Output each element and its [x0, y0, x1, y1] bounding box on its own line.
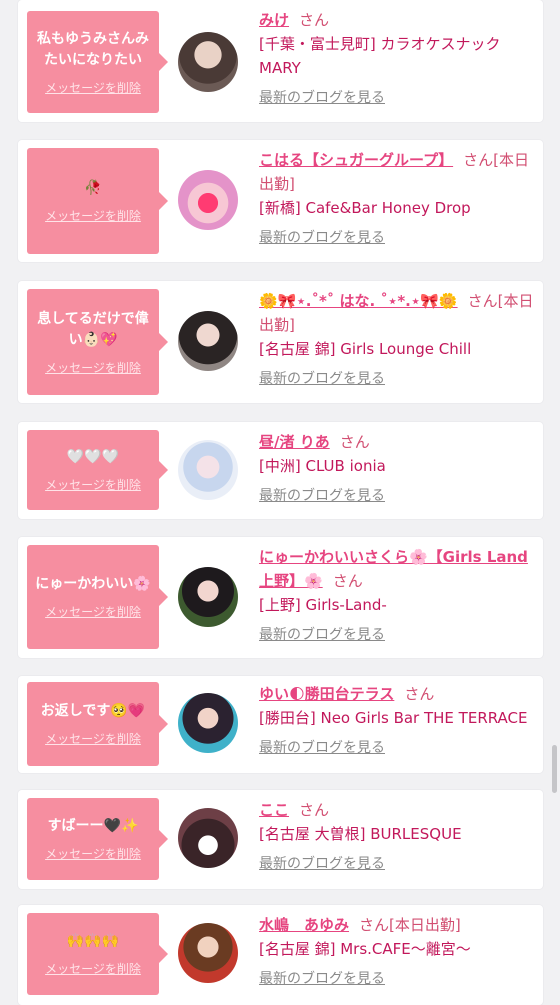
- profile-name-link[interactable]: 🌼🎀⋆.˚*˚ はな. ˚⋆*.⋆🎀🌼: [259, 292, 458, 310]
- avatar[interactable]: [178, 170, 238, 230]
- delete-message-link[interactable]: メッセージを削除: [45, 207, 141, 224]
- latest-blog-link[interactable]: 最新のブログを見る: [259, 367, 535, 391]
- message-text: 🤍🤍🤍: [66, 449, 120, 465]
- scrollbar[interactable]: [552, 745, 557, 793]
- latest-blog-link[interactable]: 最新のブログを見る: [259, 226, 535, 250]
- latest-blog-link[interactable]: 最新のブログを見る: [259, 484, 535, 508]
- latest-blog-link[interactable]: 最新のブログを見る: [259, 86, 535, 110]
- profile-info: 🌼🎀⋆.˚*˚ はな. ˚⋆*.⋆🎀🌼 さん[本日出勤] [名古屋 錦] Girl…: [259, 289, 535, 391]
- avatar[interactable]: [178, 923, 238, 983]
- avatar[interactable]: [178, 808, 238, 868]
- latest-blog-link[interactable]: 最新のブログを見る: [259, 736, 535, 760]
- profile-info: こはる【シュガーグループ】 さん[本日出勤] [新橋] Cafe&Bar Hone…: [259, 148, 535, 250]
- message-bubble: にゅーかわいい🌸 メッセージを削除: [27, 545, 168, 649]
- profile-info: みけ さん [千葉・富士見町] カラオケスナック MARY 最新のブログを見る: [259, 8, 535, 110]
- latest-blog-link[interactable]: 最新のブログを見る: [259, 623, 535, 647]
- avatar[interactable]: [178, 440, 238, 500]
- message-text: にゅーかわいい🌸: [35, 576, 151, 592]
- message-card: 私もゆうみさんみたいになりたい メッセージを削除 みけ さん [千葉・富士見町] …: [18, 0, 543, 122]
- avatar[interactable]: [178, 693, 238, 753]
- message-card: お返しです🥺💗 メッセージを削除 ゆい🌓勝田台テラス さん [勝田台] Neo G…: [18, 676, 543, 773]
- message-card: 🙌🙌🙌 メッセージを削除 水嶋 あゆみ さん[本日出勤] [名古屋 錦] Mrs.…: [18, 905, 543, 1005]
- message-card: にゅーかわいい🌸 メッセージを削除 にゅーかわいいさくら🌸【Girls Land…: [18, 537, 543, 658]
- message-text: 🥀: [84, 180, 102, 196]
- avatar[interactable]: [178, 311, 238, 371]
- name-suffix: さん: [332, 572, 363, 590]
- latest-blog-link[interactable]: 最新のブログを見る: [259, 852, 535, 876]
- latest-blog-link[interactable]: 最新のブログを見る: [259, 967, 535, 991]
- profile-name-link[interactable]: 水嶋 あゆみ: [259, 916, 349, 934]
- message-text: お返しです🥺💗: [40, 703, 146, 719]
- shop-info: [千葉・富士見町] カラオケスナック MARY: [259, 35, 501, 77]
- message-bubble: 🥀 メッセージを削除: [27, 148, 168, 254]
- message-card: 🤍🤍🤍 メッセージを削除 昼/渚 りあ さん [中洲] CLUB ionia 最新…: [18, 422, 543, 519]
- delete-message-link[interactable]: メッセージを削除: [45, 476, 141, 493]
- delete-message-link[interactable]: メッセージを削除: [45, 603, 141, 620]
- name-suffix: さん[本日出勤]: [359, 916, 461, 934]
- name-suffix: さん: [404, 685, 435, 703]
- message-card: すばーー🖤✨ メッセージを削除 ここ さん [名古屋 大曽根] BURLESQUE…: [18, 790, 543, 889]
- shop-info: [上野] Girls-Land-: [259, 596, 387, 614]
- delete-message-link[interactable]: メッセージを削除: [45, 359, 141, 376]
- message-bubble: 🤍🤍🤍 メッセージを削除: [27, 430, 168, 510]
- message-text: すばーー🖤✨: [47, 818, 139, 834]
- message-text: 私もゆうみさんみたいになりたい: [37, 30, 149, 68]
- profile-name-link[interactable]: 昼/渚 りあ: [259, 433, 330, 451]
- message-bubble: 息してるだけで偉い👶🏻💖 メッセージを削除: [27, 289, 168, 395]
- profile-info: にゅーかわいいさくら🌸【Girls Land 上野】🌸 さん [上野] Girls…: [259, 545, 535, 647]
- profile-name-link[interactable]: ここ: [259, 801, 289, 819]
- shop-info: [新橋] Cafe&Bar Honey Drop: [259, 199, 471, 217]
- profile-name-link[interactable]: ゆい🌓勝田台テラス: [259, 685, 394, 703]
- name-suffix: さん: [299, 11, 330, 29]
- name-suffix: さん: [299, 801, 330, 819]
- profile-name-link[interactable]: みけ: [259, 11, 289, 29]
- profile-info: 水嶋 あゆみ さん[本日出勤] [名古屋 錦] Mrs.CAFE〜離宮〜 最新のブ…: [259, 913, 535, 991]
- name-suffix: さん: [339, 433, 370, 451]
- message-bubble: お返しです🥺💗 メッセージを削除: [27, 682, 168, 766]
- message-text: 息してるだけで偉い👶🏻💖: [37, 310, 149, 348]
- message-bubble: 私もゆうみさんみたいになりたい メッセージを削除: [27, 11, 168, 113]
- delete-message-link[interactable]: メッセージを削除: [45, 845, 141, 862]
- shop-info: [中洲] CLUB ionia: [259, 457, 386, 475]
- message-card: 🥀 メッセージを削除 こはる【シュガーグループ】 さん[本日出勤] [新橋] Ca…: [18, 140, 543, 262]
- avatar[interactable]: [178, 32, 238, 92]
- shop-info: [名古屋 錦] Mrs.CAFE〜離宮〜: [259, 940, 471, 958]
- avatar[interactable]: [178, 567, 238, 627]
- shop-info: [名古屋 大曽根] BURLESQUE: [259, 825, 462, 843]
- profile-name-link[interactable]: こはる【シュガーグループ】: [259, 151, 453, 169]
- profile-info: ゆい🌓勝田台テラス さん [勝田台] Neo Girls Bar THE TERR…: [259, 682, 535, 760]
- profile-info: ここ さん [名古屋 大曽根] BURLESQUE 最新のブログを見る: [259, 798, 535, 876]
- message-text: 🙌🙌🙌: [66, 933, 120, 949]
- delete-message-link[interactable]: メッセージを削除: [45, 79, 141, 96]
- delete-message-link[interactable]: メッセージを削除: [45, 960, 141, 977]
- shop-info: [名古屋 錦] Girls Lounge Chill: [259, 340, 472, 358]
- profile-info: 昼/渚 りあ さん [中洲] CLUB ionia 最新のブログを見る: [259, 430, 535, 508]
- profile-name-link[interactable]: にゅーかわいいさくら🌸【Girls Land 上野】🌸: [259, 548, 528, 590]
- message-bubble: 🙌🙌🙌 メッセージを削除: [27, 913, 168, 995]
- message-card: 息してるだけで偉い👶🏻💖 メッセージを削除 🌼🎀⋆.˚*˚ はな. ˚⋆*.⋆🎀…: [18, 281, 543, 403]
- delete-message-link[interactable]: メッセージを削除: [45, 730, 141, 747]
- message-bubble: すばーー🖤✨ メッセージを削除: [27, 798, 168, 880]
- shop-info: [勝田台] Neo Girls Bar THE TERRACE: [259, 709, 528, 727]
